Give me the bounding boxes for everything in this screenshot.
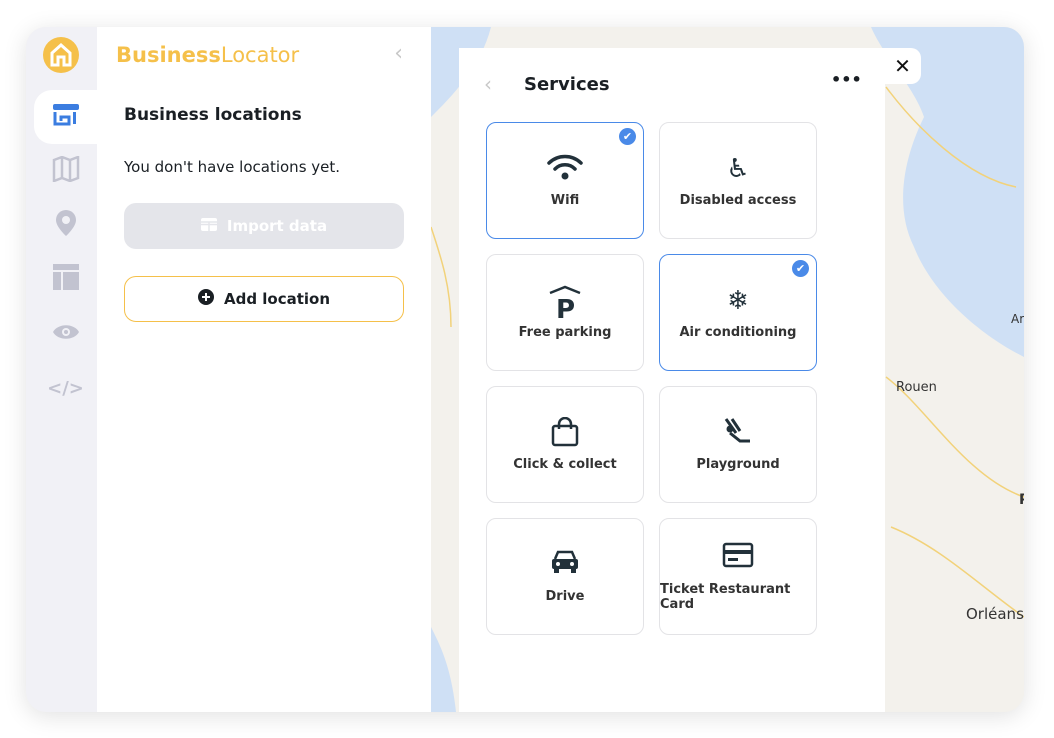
svg-text:P: P	[556, 295, 575, 319]
service-label: Playground	[696, 457, 780, 472]
panel-title: Business locations	[124, 105, 302, 125]
logo-icon	[43, 37, 79, 73]
plus-circle-icon	[197, 289, 214, 309]
empty-state-text: You don't have locations yet.	[124, 158, 341, 176]
close-button[interactable]: ✕	[884, 48, 921, 84]
add-location-button[interactable]: Add location	[124, 276, 404, 322]
wifi-icon	[546, 153, 584, 185]
map-city-label: Ar	[1011, 312, 1024, 326]
card-icon	[722, 542, 754, 574]
store-icon	[52, 102, 80, 132]
services-grid: ✔ Wifi ♿ Disabled access P Free parking ✔ ❄ A…	[486, 122, 817, 635]
side-panel: BusinessLocator ‹ Business locations You…	[97, 27, 431, 712]
brand-name: BusinessLocator	[116, 43, 300, 67]
service-card-drive[interactable]: Drive	[486, 518, 644, 635]
snowflake-icon: ❄	[727, 286, 749, 316]
rail-item-embed[interactable]: </>	[34, 361, 97, 415]
check-icon: ✔	[619, 128, 636, 145]
map-city-label: P	[1019, 492, 1024, 508]
more-options-button[interactable]: •••	[831, 70, 862, 89]
parking-icon: P	[548, 285, 582, 325]
rail-item-locations[interactable]	[34, 90, 97, 144]
map-city-label: Rouen	[896, 380, 937, 395]
import-label: Import data	[226, 217, 328, 235]
service-card-click-collect[interactable]: Click & collect	[486, 386, 644, 503]
service-label: Drive	[545, 589, 585, 604]
service-card-disabled-access[interactable]: ♿ Disabled access	[659, 122, 817, 239]
service-card-air-conditioning[interactable]: ✔ ❄ Air conditioning	[659, 254, 817, 371]
wheelchair-icon: ♿	[726, 154, 750, 184]
code-icon: </>	[47, 377, 84, 399]
layout-icon	[52, 264, 79, 296]
rail-item-map[interactable]	[34, 145, 97, 199]
service-card-wifi[interactable]: ✔ Wifi	[486, 122, 644, 239]
collapse-panel-button[interactable]: ‹	[394, 41, 403, 66]
icon-rail: </>	[26, 27, 97, 712]
map-icon	[52, 155, 80, 188]
map-city-label: Orléans	[966, 605, 1024, 623]
pin-icon	[55, 209, 77, 243]
shopping-bag-icon	[551, 416, 579, 449]
add-label: Add location	[223, 290, 331, 308]
service-label: Air conditioning	[679, 325, 797, 340]
service-label: Click & collect	[513, 457, 617, 472]
service-card-free-parking[interactable]: P Free parking	[486, 254, 644, 371]
service-label: Ticket Restaurant Card	[660, 581, 791, 612]
service-label: Disabled access	[679, 193, 797, 208]
app-window: </> BusinessLocator ‹ Business locations…	[26, 27, 1024, 712]
service-label: Free parking	[518, 325, 612, 340]
service-card-playground[interactable]: Playground	[659, 386, 817, 503]
rail-item-layout[interactable]	[34, 253, 97, 307]
car-icon	[550, 549, 580, 581]
modal-title: Services	[524, 74, 610, 95]
table-icon	[200, 217, 217, 235]
service-label: Wifi	[550, 193, 580, 208]
service-card-ticket-restaurant[interactable]: Ticket Restaurant Card	[659, 518, 817, 635]
check-icon: ✔	[792, 260, 809, 277]
rail-item-pin[interactable]	[34, 199, 97, 253]
swing-icon	[722, 417, 754, 449]
import-data-button[interactable]: Import data	[124, 203, 404, 249]
rail-item-preview[interactable]	[34, 307, 97, 361]
back-button[interactable]: ‹	[484, 72, 492, 96]
services-modal: ‹ Services ••• ✔ Wifi ♿ Disabled access PF…	[459, 48, 885, 712]
eye-icon	[52, 322, 80, 347]
